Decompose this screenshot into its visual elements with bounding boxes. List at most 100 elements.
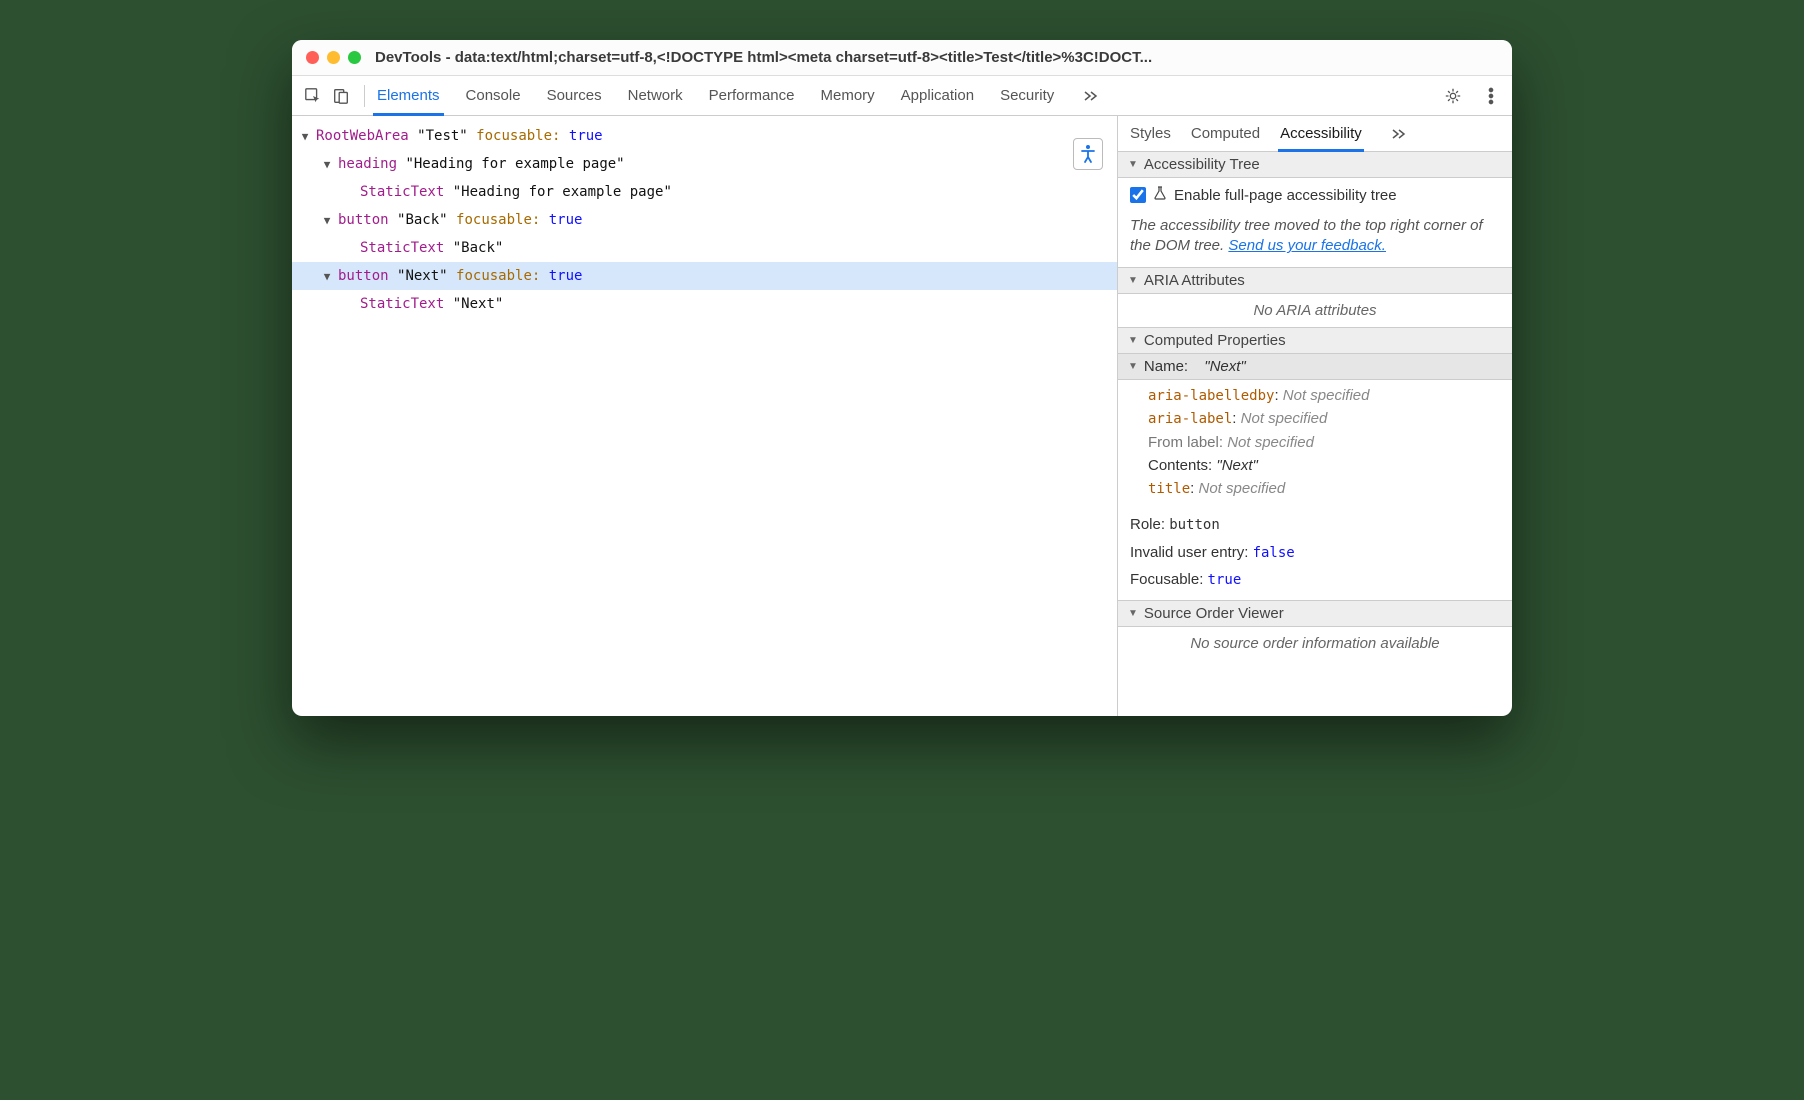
tab-console[interactable]: Console	[466, 76, 521, 115]
side-tab-styles[interactable]: Styles	[1130, 116, 1171, 151]
settings-gear-icon[interactable]	[1442, 85, 1464, 107]
experiment-icon	[1154, 186, 1166, 204]
aria-empty-text: No ARIA attributes	[1118, 294, 1512, 327]
tab-memory[interactable]: Memory	[821, 76, 875, 115]
devtools-window: DevTools - data:text/html;charset=utf-8,…	[292, 40, 1512, 716]
node-name: "Next"	[453, 296, 504, 312]
section-title: Source Order Viewer	[1144, 605, 1284, 622]
tree-row[interactable]: StaticText "Back"	[292, 234, 1117, 262]
focusable-value: true	[1208, 572, 1242, 588]
enable-full-tree-label: Enable full-page accessibility tree	[1174, 187, 1397, 204]
invalid-value: false	[1253, 545, 1295, 561]
node-name: "Back"	[397, 212, 448, 228]
prop-key: aria-label	[1148, 411, 1232, 427]
prop-value: Not specified	[1241, 410, 1328, 427]
computed-focusable-row: Focusable: true	[1118, 564, 1512, 600]
computed-name-row[interactable]: ▼ Name: "Next"	[1118, 354, 1512, 380]
prop-value: Not specified	[1199, 480, 1286, 497]
enable-full-tree-checkbox[interactable]	[1130, 187, 1146, 203]
tree-row[interactable]: ▼heading "Heading for example page"	[292, 150, 1117, 178]
computed-role-row: Role: button	[1118, 509, 1512, 537]
inspect-element-icon[interactable]	[302, 85, 324, 107]
role-value: button	[1169, 517, 1220, 533]
disclosure-triangle-icon[interactable]: ▼	[320, 214, 334, 227]
focusable-label: Focusable:	[1130, 571, 1203, 588]
node-name: "Heading for example page"	[405, 156, 624, 172]
chevron-down-icon: ▼	[1128, 608, 1138, 619]
traffic-lights	[306, 51, 361, 64]
prop-key: Contents:	[1148, 457, 1212, 474]
disclosure-triangle-icon[interactable]: ▼	[320, 270, 334, 283]
node-attr-value: true	[549, 212, 583, 228]
tab-application[interactable]: Application	[901, 76, 974, 115]
chevron-down-icon: ▼	[1128, 275, 1138, 286]
kebab-menu-icon[interactable]	[1480, 85, 1502, 107]
section-aria-attributes[interactable]: ▼ ARIA Attributes	[1118, 267, 1512, 294]
titlebar: DevTools - data:text/html;charset=utf-8,…	[292, 40, 1512, 76]
zoom-window-button[interactable]	[348, 51, 361, 64]
side-more-tabs-icon[interactable]	[1388, 123, 1410, 145]
accessibility-tree-button[interactable]	[1073, 138, 1103, 170]
tab-sources[interactable]: Sources	[547, 76, 602, 115]
feedback-link[interactable]: Send us your feedback.	[1228, 237, 1386, 254]
tree-container: ▼RootWebArea "Test" focusable: true▼head…	[292, 122, 1117, 318]
node-role: button	[338, 268, 389, 284]
computed-name-sources: aria-labelledby: Not specifiedaria-label…	[1118, 380, 1512, 510]
prop-value: "Next"	[1216, 457, 1258, 474]
node-role: StaticText	[360, 240, 444, 256]
name-value: "Next"	[1204, 358, 1246, 375]
window-title: DevTools - data:text/html;charset=utf-8,…	[375, 49, 1498, 66]
node-role: StaticText	[360, 296, 444, 312]
tab-elements[interactable]: Elements	[377, 76, 440, 115]
prop-key: aria-labelledby	[1148, 388, 1274, 404]
prop-key: From label:	[1148, 434, 1223, 451]
tree-row[interactable]: ▼button "Back" focusable: true	[292, 206, 1117, 234]
node-name: "Next"	[397, 268, 448, 284]
more-tabs-icon[interactable]	[1080, 85, 1102, 107]
prop-value: Not specified	[1227, 434, 1314, 451]
elements-side-panel: Styles Computed Accessibility ▼ Accessib…	[1117, 116, 1512, 716]
section-title: Accessibility Tree	[1144, 156, 1260, 173]
chevron-down-icon: ▼	[1128, 361, 1138, 372]
device-toggle-icon[interactable]	[330, 85, 352, 107]
toolbar-divider	[364, 85, 365, 107]
node-role: RootWebArea	[316, 128, 409, 144]
prop-value: Not specified	[1283, 387, 1370, 404]
node-role: StaticText	[360, 184, 444, 200]
side-tab-computed[interactable]: Computed	[1191, 116, 1260, 151]
minimize-window-button[interactable]	[327, 51, 340, 64]
main-body: ▼RootWebArea "Test" focusable: true▼head…	[292, 116, 1512, 716]
section-computed-properties[interactable]: ▼ Computed Properties	[1118, 327, 1512, 354]
tree-row[interactable]: StaticText "Next"	[292, 290, 1117, 318]
node-attr-name: focusable	[456, 212, 532, 228]
section-accessibility-tree[interactable]: ▼ Accessibility Tree	[1118, 152, 1512, 178]
prop-key: title	[1148, 481, 1190, 497]
tab-security[interactable]: Security	[1000, 76, 1054, 115]
node-attr-value: true	[569, 128, 603, 144]
computed-property-row: aria-labelledby: Not specified	[1148, 384, 1500, 408]
node-role: button	[338, 212, 389, 228]
computed-property-row: Contents: "Next"	[1148, 454, 1500, 477]
tree-row[interactable]: ▼RootWebArea "Test" focusable: true	[292, 122, 1117, 150]
node-attr-name: focusable	[476, 128, 552, 144]
computed-property-row: aria-label: Not specified	[1148, 407, 1500, 431]
tab-performance[interactable]: Performance	[709, 76, 795, 115]
chevron-down-icon: ▼	[1128, 159, 1138, 170]
side-tab-strip: Styles Computed Accessibility	[1118, 116, 1512, 152]
section-source-order-viewer[interactable]: ▼ Source Order Viewer	[1118, 600, 1512, 627]
disclosure-triangle-icon[interactable]: ▼	[298, 130, 312, 143]
tree-row[interactable]: StaticText "Heading for example page"	[292, 178, 1117, 206]
side-tab-accessibility[interactable]: Accessibility	[1280, 116, 1362, 151]
disclosure-triangle-icon[interactable]: ▼	[320, 158, 334, 171]
tree-row[interactable]: ▼button "Next" focusable: true	[292, 262, 1117, 290]
node-attr-value: true	[549, 268, 583, 284]
tab-network[interactable]: Network	[628, 76, 683, 115]
node-name: "Back"	[453, 240, 504, 256]
main-toolbar: Elements Console Sources Network Perform…	[292, 76, 1512, 116]
chevron-down-icon: ▼	[1128, 335, 1138, 346]
name-label: Name:	[1144, 358, 1188, 375]
close-window-button[interactable]	[306, 51, 319, 64]
invalid-label: Invalid user entry:	[1130, 544, 1248, 561]
main-tabs: Elements Console Sources Network Perform…	[377, 76, 1436, 115]
toolbar-right	[1442, 85, 1502, 107]
